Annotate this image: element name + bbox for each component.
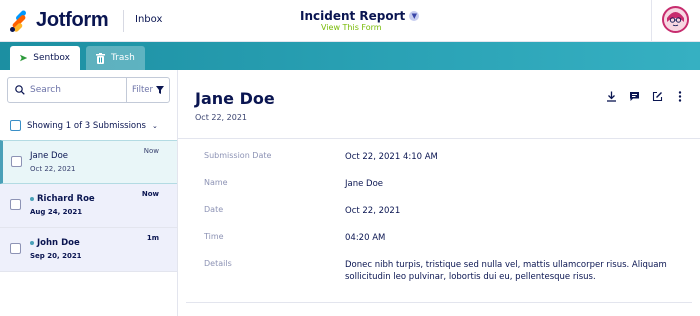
submission-name: John Doe [37,238,80,248]
submissions-sidebar: Filter Showing 1 of 3 Submissions ⌄ Jane… [0,70,178,316]
field-value: Oct 22, 2021 [345,206,401,216]
select-all-row: Showing 1 of 3 Submissions ⌄ [10,120,158,131]
submission-date: Oct 22, 2021 [30,165,76,173]
header-divider-right [651,0,652,42]
field-value: Donec nibh turpis, tristique sed nulla v… [345,260,667,282]
tab-trash-label: Trash [111,53,135,63]
row-checkbox[interactable] [11,156,22,167]
filter-icon [156,86,165,94]
submission-time: 1m [146,234,159,242]
header-divider [123,10,124,32]
submission-list: Jane Doe Oct 22, 2021 Now Richard Roe Au… [0,140,177,272]
jotform-logo[interactable]: Jotform [8,8,109,33]
form-title-dropdown[interactable]: Incident Report ▼ [300,9,420,23]
select-all-checkbox[interactable] [10,120,21,131]
app-header: Jotform Inbox Incident Report ▼ View Thi… [0,0,700,42]
field-value: Oct 22, 2021 4:10 AM [345,152,438,162]
form-title: Incident Report [300,9,406,23]
list-item[interactable]: Richard Roe Aug 24, 2021 Now [0,184,177,228]
view-form-link[interactable]: View This Form [321,23,382,32]
search-icon [15,85,25,95]
edit-icon[interactable] [651,90,663,102]
field-value: 04:20 AM [345,233,386,243]
search-input[interactable] [30,82,126,98]
filter-label: Filter [131,85,154,95]
more-vertical-icon[interactable] [674,90,686,102]
submission-time: Now [141,190,159,198]
submission-date: Aug 24, 2021 [30,208,83,216]
field-label: Name [204,178,228,187]
filter-button[interactable]: Filter [126,78,169,102]
submission-date: Sep 20, 2021 [30,252,82,260]
divider [178,138,700,139]
trash-icon [96,52,105,64]
divider [186,302,692,303]
field-label: Details [204,259,232,268]
detail-date: Oct 22, 2021 [195,113,247,122]
inbox-label: Inbox [135,14,163,25]
search-box: Filter [7,77,170,103]
detail-actions [605,90,686,102]
chevron-down-icon[interactable]: ⌄ [152,122,158,130]
submission-detail: Jane Doe Oct 22, 2021 Submission Date Oc… [178,70,700,316]
logo-text: Jotform [36,9,109,31]
row-checkbox[interactable] [10,243,21,254]
field-label: Submission Date [204,151,272,160]
jotform-logo-icon [8,8,30,33]
chevron-down-icon[interactable]: ▼ [409,11,420,21]
comment-icon[interactable] [628,90,640,102]
submission-time: Now [143,147,159,155]
submission-name: Richard Roe [37,194,95,204]
unread-dot-icon [30,240,34,245]
submission-name-wrap: Richard Roe [30,194,95,204]
field-value: Jane Doe [345,179,384,189]
field-label: Time [204,232,224,241]
tab-sentbox[interactable]: Sentbox [10,46,80,70]
submission-name: Jane Doe [30,151,69,161]
sentbox-arrow-icon [20,54,28,62]
download-icon[interactable] [605,90,617,102]
list-item[interactable]: John Doe Sep 20, 2021 1m [0,228,177,272]
tab-trash[interactable]: Trash [86,46,145,70]
tab-sentbox-label: Sentbox [33,53,70,63]
detail-title: Jane Doe [195,89,275,108]
folder-tab-bar: Sentbox Trash [0,42,700,70]
submission-name-wrap: John Doe [30,238,80,248]
submission-count: Showing 1 of 3 Submissions [27,120,146,131]
unread-dot-icon [30,196,34,201]
row-checkbox[interactable] [10,199,21,210]
field-label: Date [204,205,224,214]
list-item[interactable]: Jane Doe Oct 22, 2021 Now [0,140,177,184]
avatar[interactable] [662,6,689,33]
